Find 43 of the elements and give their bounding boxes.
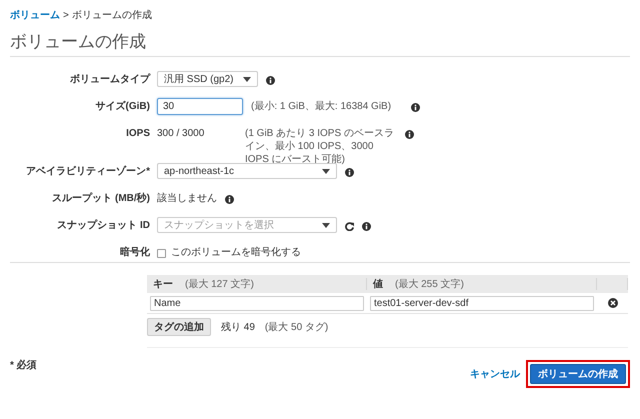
breadcrumb-text: > [63,10,69,20]
column-hint: (最大 255 文字) [395,278,464,291]
info-icon[interactable] [225,194,234,204]
tag-key-field[interactable]: Name [150,296,364,310]
caret-icon [322,222,330,228]
select-dropdown[interactable]: ap-northeast-1c [157,163,337,179]
breadcrumb-text: ボリュームの作成 [72,8,152,22]
field-label: サイズ(GiB) [94,100,150,114]
info-icon[interactable] [266,76,276,84]
field-value: 該当しません [157,192,217,206]
remaining-count: 残り 49 [221,320,255,334]
page-title: ボリュームの作成 [10,30,630,57]
create-volume-button[interactable]: ボリュームの作成 [530,364,626,384]
field-hint: (1 GiB あたり 3 IOPS のベースライン、最小 100 IOPS、3000 IOPS にバースト可能) [245,127,395,166]
checkbox[interactable] [157,248,166,258]
field-label: ボリュームタイプ [69,72,150,87]
field-value: 300 / 3000 [157,127,206,141]
caret-icon [243,76,252,82]
field-label: スループット (MB/秒) [51,191,150,206]
field-label: 暗号化 [119,245,150,260]
field-label: スナップショット ID [56,218,150,233]
required-note: * 必須 [10,358,37,372]
field-label: IOPS [125,127,150,141]
field-label: アベイラビリティーゾーン* [25,164,150,179]
column-header: 値 [373,278,383,291]
type-dropdown[interactable]: 汎用 SSD (gp2) [157,71,258,87]
field-hint: (最小: 1 GiB、最大: 16384 GiB) [251,100,392,113]
info-icon[interactable] [405,130,414,138]
column-header: キー [153,278,173,291]
caret-icon [322,168,330,174]
info-icon[interactable] [362,222,371,230]
breadcrumb-link[interactable]: ボリューム [10,8,60,22]
add-tag-button[interactable]: タグの追加 [147,318,211,336]
size-input[interactable]: 30 [157,98,243,115]
cancel-link[interactable]: キャンセル [470,367,520,381]
refresh-icon[interactable] [345,222,354,230]
checkbox-label: このボリュームを暗号化する [171,246,301,260]
info-icon[interactable] [345,168,354,176]
remove-icon[interactable] [608,298,618,308]
tag-limit: (最大 50 タグ) [264,320,328,334]
column-hint: (最大 127 文字) [185,278,254,291]
info-icon[interactable] [411,102,420,112]
tag-value-field[interactable]: test01-server-dev-sdf [370,296,594,310]
